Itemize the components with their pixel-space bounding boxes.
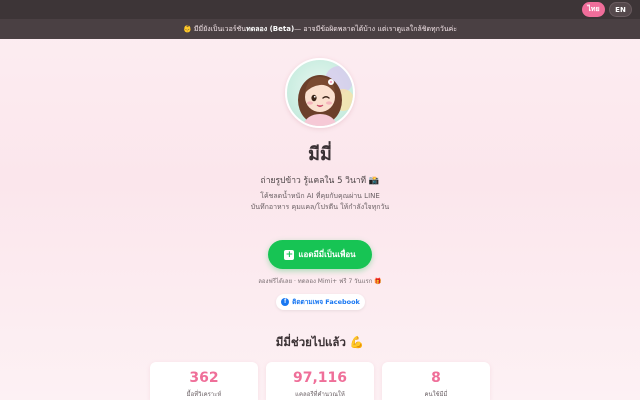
facebook-icon: f — [281, 298, 290, 306]
add-friend-label: แอดมีมี่เป็นเพื่อน — [298, 250, 356, 259]
lang-en-button[interactable]: EN — [609, 2, 632, 17]
stats-section-title: มีมี่ช่วยไปแล้ว 💪 — [275, 335, 365, 349]
stat-label: แคลอรีที่คำนวณให้ — [295, 391, 345, 398]
banner-suffix: — อาจมีข้อผิดพลาดได้บ้าง แต่เราดูแลใกล้ช… — [294, 24, 458, 33]
stat-label: มื้อที่วิเคราะห์ — [186, 391, 222, 398]
plus-icon: + — [284, 249, 295, 260]
stat-value: 97,116 — [292, 370, 348, 386]
description-line-2: บันทึกอาหาร คุมแคล/โปรตีน ให้กำลังใจทุกว… — [250, 203, 390, 211]
beta-banner: 👶 มีมี่ยังเป็นเวอร์ชัน ทดลอง (Beta) — อา… — [0, 19, 640, 39]
page-title: มีมี่ — [308, 144, 332, 165]
stat-value: 362 — [189, 370, 219, 386]
stat-card-calories: 97,116 แคลอรีที่คำนวณให้ — [266, 362, 374, 400]
facebook-label: ติดตามเพจ Facebook — [292, 298, 360, 306]
facebook-follow-button[interactable]: f ติดตามเพจ Facebook — [276, 294, 365, 310]
add-friend-button[interactable]: + แอดมีมี่เป็นเพื่อน — [268, 240, 372, 269]
mimi-avatar — [285, 58, 355, 128]
stats-row: 362 มื้อที่วิเคราะห์ 97,116 แคลอรีที่คำน… — [150, 362, 490, 400]
mimi-avatar-illustration — [298, 66, 353, 126]
stat-card-users: 8 คนใช้มีมี่ — [382, 362, 490, 400]
banner-prefix: 👶 มีมี่ยังเป็นเวอร์ชัน — [182, 24, 247, 33]
banner-beta: ทดลอง (Beta) — [246, 24, 295, 33]
stat-value: 8 — [431, 370, 441, 386]
description-line-1: โค้ชลดน้ำหนัก AI ที่คุยกับคุณผ่าน LINE — [260, 192, 380, 200]
stat-card-meals: 362 มื้อที่วิเคราะห์ — [150, 362, 258, 400]
stat-label: คนใช้มีมี่ — [424, 391, 448, 398]
tagline: ถ่ายรูปข้าว รู้แคลใน 5 วินาที 📸 — [260, 176, 380, 186]
top-bar: ไทย EN — [0, 0, 640, 19]
lang-th-button[interactable]: ไทย — [582, 2, 605, 17]
description: โค้ชลดน้ำหนัก AI ที่คุยกับคุณผ่าน LINE บ… — [0, 191, 640, 213]
trial-note: ลองฟรีได้เลย · ทดลอง Mimi+ ฟรี 7 วันแรก … — [258, 278, 382, 285]
